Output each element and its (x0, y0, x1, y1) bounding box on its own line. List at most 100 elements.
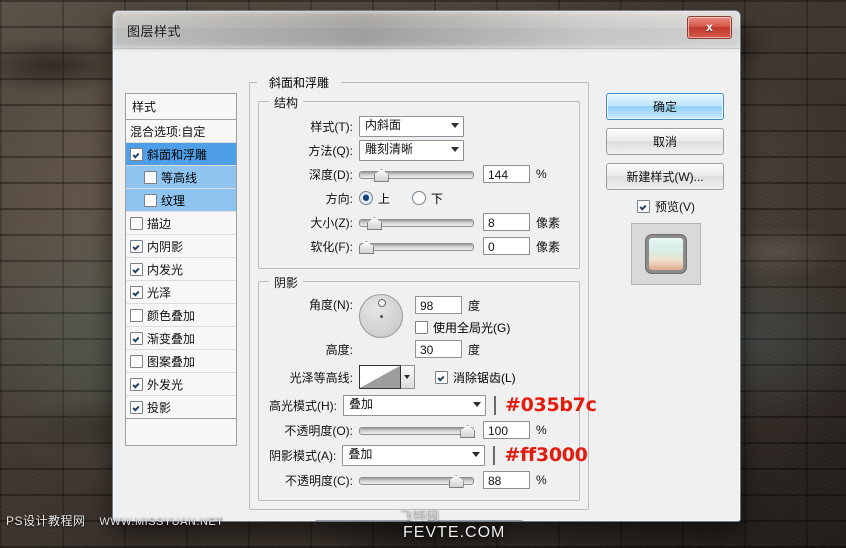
style-item-color-overlay[interactable]: 颜色叠加 (126, 304, 236, 327)
direction-row: 方向: 上 下 (269, 186, 569, 210)
style-item-stroke[interactable]: 描边 (126, 212, 236, 235)
checkbox-pattern-overlay[interactable] (130, 354, 143, 368)
highlight-opacity-input[interactable]: 100 (483, 421, 530, 439)
style-item-inner-glow[interactable]: 内发光 (126, 258, 236, 281)
shadow-opacity-input[interactable]: 88 (483, 471, 530, 489)
preview-swatch (649, 238, 683, 270)
style-item-contour[interactable]: 等高线 (126, 166, 236, 189)
shadow-mode-select-wrap[interactable]: 叠加 (342, 444, 486, 466)
style-row: 样式(T): 内斜面 (269, 114, 569, 138)
shadow-mode-select[interactable]: 叠加 (342, 444, 486, 466)
altitude-unit: 度 (468, 342, 481, 357)
shadow-opacity-unit: % (536, 473, 547, 487)
preview-label: 预览(V) (655, 200, 695, 214)
shadow-color-swatch[interactable] (493, 445, 496, 465)
checkbox-use-global-light[interactable] (415, 320, 428, 334)
soften-input[interactable]: 0 (483, 237, 530, 255)
structure-group: 结构 样式(T): 内斜面 方法(Q): 雕刻清晰 深度(D): 144 % 方… (258, 94, 580, 269)
shadow-opacity-label: 不透明度(C): (285, 473, 353, 488)
style-item-pattern-overlay[interactable]: 图案叠加 (126, 350, 236, 373)
style-label: 内发光 (147, 262, 184, 277)
altitude-input[interactable]: 30 (415, 340, 462, 358)
blending-options-row[interactable]: 混合选项:自定 (126, 120, 236, 143)
angle-label: 角度(N): (309, 298, 353, 312)
soften-slider[interactable] (359, 239, 474, 254)
style-label: 内阴影 (147, 239, 184, 254)
size-row: 大小(Z): 8 像素 (269, 210, 569, 234)
style-label: 描边 (147, 216, 172, 231)
dialog-titlebar[interactable]: 图层样式 x (113, 11, 740, 49)
size-input[interactable]: 8 (483, 213, 530, 231)
checkbox-drop-shadow[interactable] (130, 400, 143, 414)
blending-options-label: 混合选项:自定 (130, 124, 206, 139)
checkbox-inner-glow[interactable] (130, 262, 143, 276)
style-item-gradient-overlay[interactable]: 渐变叠加 (126, 327, 236, 350)
highlight-color-swatch[interactable] (494, 395, 496, 415)
checkbox-stroke[interactable] (130, 216, 143, 230)
style-label: 等高线 (161, 170, 198, 185)
global-light-row[interactable]: 使用全局光(G) (415, 316, 510, 338)
close-button[interactable]: x (687, 16, 732, 39)
style-item-bevel-emboss[interactable]: 斜面和浮雕 (126, 143, 236, 166)
style-select-wrap[interactable]: 内斜面 (359, 115, 464, 137)
soften-row: 软化(F): 0 像素 (269, 234, 569, 258)
style-item-satin[interactable]: 光泽 (126, 281, 236, 304)
style-item-drop-shadow[interactable]: 投影 (126, 396, 236, 418)
highlight-opacity-slider[interactable] (359, 423, 476, 438)
angle-input[interactable]: 98 (415, 296, 462, 314)
highlight-color-annotation: #035b7c (505, 394, 597, 416)
styles-list-empty-area (125, 419, 237, 446)
shadow-opacity-row: 不透明度(C): 88 % (269, 468, 569, 492)
checkbox-color-overlay[interactable] (130, 308, 143, 322)
checkbox-contour[interactable] (144, 170, 157, 184)
depth-input[interactable]: 144 (483, 165, 530, 183)
technique-select-wrap[interactable]: 雕刻清晰 (359, 139, 464, 161)
shadow-opacity-slider[interactable] (359, 473, 474, 488)
checkbox-preview[interactable] (637, 200, 650, 213)
style-select[interactable]: 内斜面 (359, 115, 464, 137)
checkbox-inner-shadow[interactable] (130, 239, 143, 253)
reset-default-button[interactable]: 复位为默认值 (426, 520, 525, 521)
radio-direction-down[interactable] (412, 191, 427, 205)
angle-dial-marker (378, 299, 386, 307)
angle-value-row: 98 度 (415, 294, 510, 316)
angle-dial[interactable] (359, 294, 403, 338)
checkbox-bevel-emboss[interactable] (130, 147, 143, 161)
style-label: 颜色叠加 (147, 308, 196, 323)
bevel-emboss-panel: 斜面和浮雕 结构 样式(T): 内斜面 方法(Q): 雕刻清晰 深度(D): 1… (249, 74, 597, 510)
checkbox-satin[interactable] (130, 285, 143, 299)
style-item-inner-shadow[interactable]: 内阴影 (126, 235, 236, 258)
style-item-texture[interactable]: 纹理 (126, 189, 236, 212)
styles-header: 样式 (125, 93, 237, 120)
direction-up-label: 上 (378, 191, 391, 206)
ok-button[interactable]: 确定 (606, 93, 724, 120)
checkbox-texture[interactable] (144, 193, 157, 207)
cancel-button[interactable]: 取消 (606, 128, 724, 155)
highlight-opacity-track (359, 427, 474, 435)
style-item-outer-glow[interactable]: 外发光 (126, 373, 236, 396)
structure-legend: 结构 (269, 94, 304, 111)
soften-label: 软化(F): (310, 239, 353, 254)
gloss-contour-row: 光泽等高线: 消除锯齿(L) (269, 362, 569, 392)
direction-down-label: 下 (431, 191, 444, 206)
style-label: 图案叠加 (147, 354, 196, 369)
gloss-contour-dropdown-arrow[interactable] (401, 365, 415, 389)
new-style-button[interactable]: 新建样式(W)... (606, 163, 724, 190)
style-label: 斜面和浮雕 (147, 147, 208, 162)
checkbox-outer-glow[interactable] (130, 377, 143, 391)
size-label: 大小(Z): (310, 215, 353, 230)
highlight-mode-select[interactable]: 叠加 (343, 394, 486, 416)
technique-select[interactable]: 雕刻清晰 (359, 139, 464, 161)
gloss-contour-thumbnail[interactable] (359, 365, 401, 389)
radio-direction-up[interactable] (359, 191, 373, 205)
checkbox-gradient-overlay[interactable] (130, 331, 143, 345)
gloss-contour-label: 光泽等高线: (289, 370, 353, 385)
direction-label: 方向: (325, 191, 353, 206)
checkbox-anti-alias[interactable] (435, 370, 448, 384)
preview-toggle-row[interactable]: 预览(V) (606, 198, 726, 215)
styles-list: 混合选项:自定 斜面和浮雕 等高线 纹理 描边 内阴影 内发光 光泽 颜色叠加 … (125, 120, 237, 419)
depth-slider[interactable] (359, 167, 474, 182)
size-slider[interactable] (359, 215, 474, 230)
highlight-mode-select-wrap[interactable]: 叠加 (343, 394, 486, 416)
set-default-button[interactable]: 设置为默认值 (313, 520, 412, 521)
